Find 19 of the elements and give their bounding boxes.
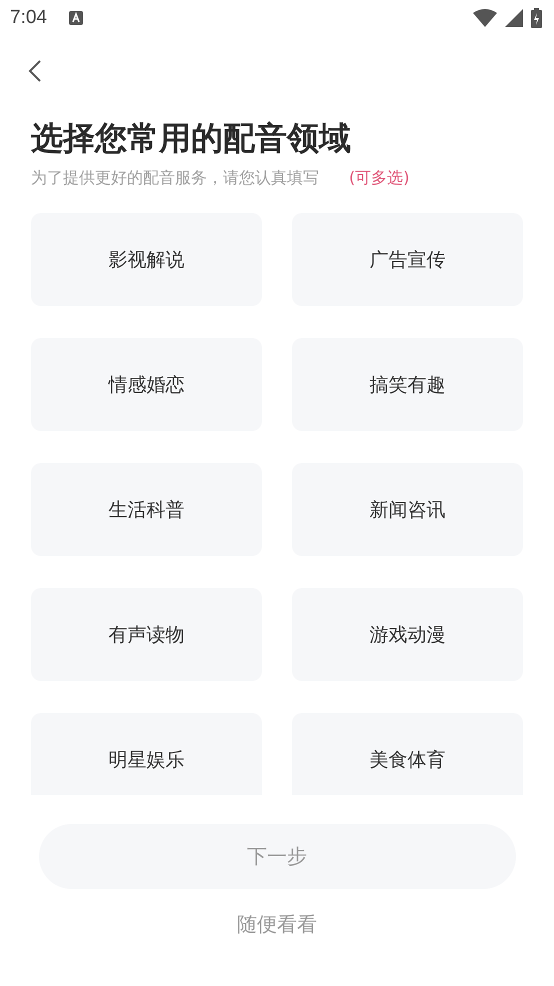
subtitle: 为了提供更好的配音服务，请您认真填写 bbox=[31, 168, 319, 189]
category-option[interactable]: 情感婚恋 bbox=[31, 338, 262, 431]
category-option[interactable]: 生活科普 bbox=[31, 463, 262, 556]
category-option[interactable]: 搞笑有趣 bbox=[292, 338, 523, 431]
category-option[interactable]: 游戏动漫 bbox=[292, 588, 523, 681]
category-option[interactable]: 美食体育 bbox=[292, 713, 523, 795]
multi-select-hint: (可多选) bbox=[349, 168, 410, 189]
category-option[interactable]: 广告宣传 bbox=[292, 213, 523, 306]
category-option[interactable]: 影视解说 bbox=[31, 213, 262, 306]
signal-icon bbox=[505, 9, 523, 27]
back-icon bbox=[28, 59, 42, 83]
battery-icon bbox=[531, 8, 542, 28]
status-time: 7:04 bbox=[10, 7, 47, 29]
notification-icon bbox=[68, 11, 83, 25]
page-title: 选择您常用的配音领域 bbox=[31, 118, 352, 159]
category-option[interactable]: 新闻咨讯 bbox=[292, 463, 523, 556]
category-option[interactable]: 有声读物 bbox=[31, 588, 262, 681]
wifi-icon bbox=[473, 9, 497, 27]
category-option[interactable]: 明星娱乐 bbox=[31, 713, 262, 795]
